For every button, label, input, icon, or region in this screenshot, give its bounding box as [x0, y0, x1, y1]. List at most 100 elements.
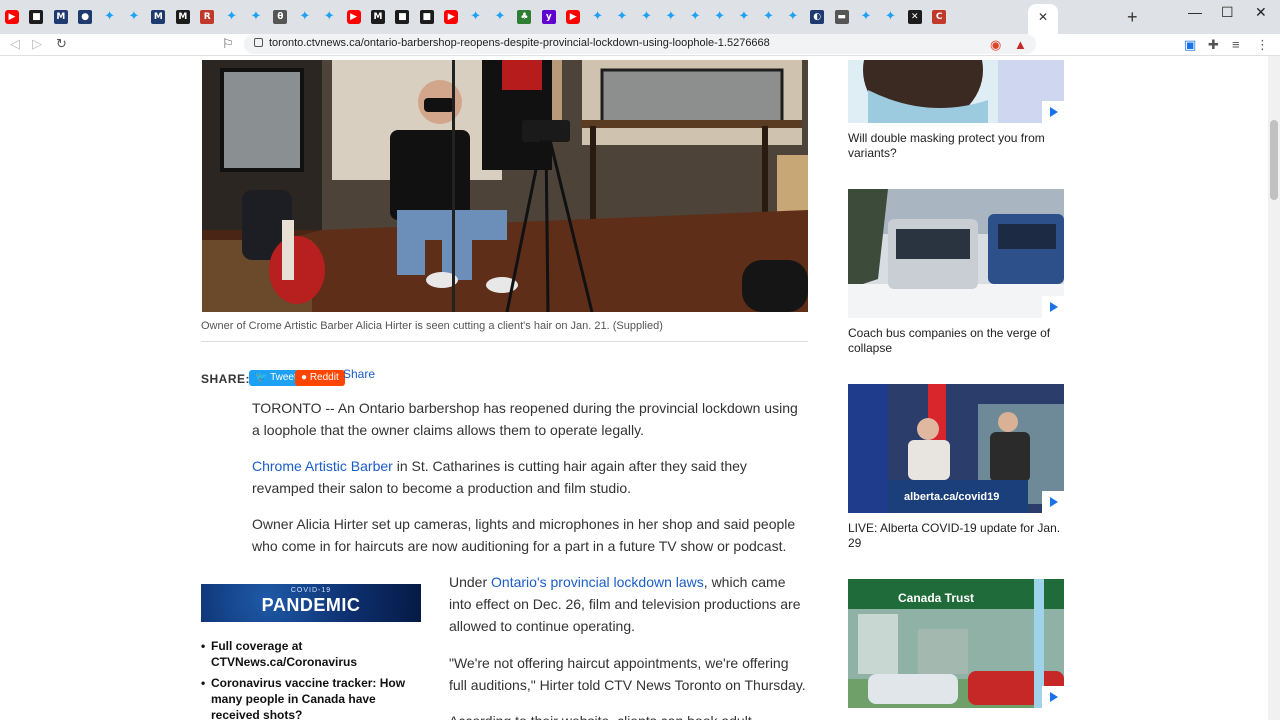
thumbnail-overlay-text: Canada Trust — [898, 591, 975, 605]
twitter-icon[interactable]: ✦ — [591, 10, 605, 24]
play-icon[interactable] — [1042, 296, 1064, 318]
paragraph-6: According to their website, clients can … — [449, 710, 809, 720]
barbershop-photo-illustration — [202, 60, 808, 312]
share-link[interactable]: Share — [343, 367, 375, 381]
paragraph-4-pre: Under — [449, 574, 492, 590]
tweet-label: Tweet — [270, 372, 297, 383]
address-bar[interactable]: toronto.ctvnews.ca/ontario-barbershop-re… — [244, 34, 1036, 54]
reading-list-icon[interactable]: ≡ — [1232, 37, 1240, 52]
bus-thumbnail-illustration — [848, 189, 1064, 318]
paragraph-5: "We're not offering haircut appointments… — [449, 655, 806, 693]
translate-icon[interactable]: ▣ — [1184, 37, 1196, 53]
chrome-artistic-barber-link[interactable]: Chrome Artistic Barber — [252, 458, 393, 474]
twitter-icon[interactable]: ✦ — [664, 10, 678, 24]
youtube-icon[interactable]: ▶ — [5, 10, 19, 24]
play-icon[interactable] — [1042, 491, 1064, 513]
navy-m-icon[interactable]: M — [151, 10, 166, 24]
red-rcp-icon[interactable]: R — [200, 10, 215, 24]
banner-title: PANDEMIC — [261, 595, 361, 615]
twitter-icon[interactable]: ✦ — [249, 10, 263, 24]
maximize-icon[interactable]: ☐ — [1221, 4, 1234, 21]
dark-m-icon[interactable]: M — [371, 10, 385, 24]
lock-icon — [254, 38, 263, 47]
play-icon[interactable] — [1042, 686, 1064, 708]
gray-icon[interactable]: ▬ — [834, 10, 849, 24]
video-title[interactable]: Coach bus companies on the verge of coll… — [848, 326, 1068, 356]
photo-caption: Owner of Crome Artistic Barber Alicia Hi… — [201, 320, 663, 332]
twitter-icon[interactable]: ✦ — [639, 10, 653, 24]
lockdown-laws-link[interactable]: Ontario's provincial lockdown laws — [491, 574, 704, 590]
thumbnail-overlay-text: alberta.ca/covid19 — [904, 491, 1000, 503]
green-icon[interactable]: ♣ — [517, 10, 532, 24]
paragraph-1: TORONTO -- An Ontario barbershop has reo… — [252, 400, 798, 438]
twitter-icon[interactable]: ✦ — [493, 10, 507, 24]
video-title[interactable]: LIVE: Alberta COVID-19 update for Jan. 2… — [848, 521, 1068, 551]
banner-subtitle: COVID-19 — [290, 587, 332, 594]
list-item[interactable]: Coronavirus vaccine tracker: How many pe… — [201, 675, 421, 720]
youtube-icon[interactable]: ▶ — [566, 10, 581, 24]
twitter-icon[interactable]: ✦ — [322, 10, 336, 24]
twitter-icon[interactable]: ✦ — [786, 10, 800, 24]
bookmark-icon[interactable]: ⚐ — [222, 36, 234, 52]
covid-pandemic-banner[interactable]: COVID-19 PANDEMIC — [201, 584, 421, 622]
video-thumbnail-td[interactable]: Canada Trust — [848, 579, 1064, 708]
twitter-icon[interactable]: ✦ — [103, 10, 117, 24]
red-circle-icon[interactable]: C — [932, 10, 947, 24]
navy-m-icon[interactable]: M — [53, 10, 68, 24]
back-icon[interactable]: ◁ — [10, 36, 20, 52]
minimize-icon[interactable]: — — [1188, 4, 1202, 20]
twitter-icon[interactable]: ✦ — [761, 10, 775, 24]
twitter-icon[interactable]: ✦ — [615, 10, 629, 24]
tab-strip: ▶ ■ M ● ✦ ✦ M M R ✦ ✦ θ ✦ ✦ ▶ M ■ ■ ▶ ✦ ✦ ♣ y ▶ ✦ ✦ ✦ ✦ ✦ ✦ ✦ ✦ ✦ ◐ ▬ ✦ ✦ ✕ C … — [0, 0, 1280, 34]
youtube-icon[interactable]: ▶ — [444, 10, 459, 24]
masking-thumbnail-illustration — [848, 60, 1064, 123]
window-close-icon[interactable]: ✕ — [1255, 4, 1267, 21]
dark-square-icon[interactable]: ■ — [419, 10, 434, 24]
twitter-icon[interactable]: ✦ — [883, 10, 897, 24]
dark-square-icon[interactable]: ■ — [395, 10, 410, 24]
reddit-icon: ● — [301, 372, 310, 383]
twitter-icon[interactable]: ✦ — [298, 10, 312, 24]
covid-link-list: Full coverage at CTVNews.ca/Coronavirus … — [201, 638, 421, 720]
navy-circle-icon[interactable]: ● — [78, 10, 93, 24]
video-thumbnail-bus[interactable] — [848, 189, 1064, 318]
dark-square-icon[interactable]: ■ — [29, 10, 44, 24]
dark-icon[interactable]: ✕ — [907, 10, 922, 24]
twitter-icon[interactable]: ✦ — [225, 10, 239, 24]
twitter-icon[interactable]: ✦ — [713, 10, 727, 24]
menu-icon[interactable]: ⋮ — [1256, 37, 1269, 53]
paragraph-3: Owner Alicia Hirter set up cameras, ligh… — [252, 516, 796, 554]
new-tab-button[interactable]: + — [1127, 7, 1138, 28]
video-thumbnail-masking[interactable] — [848, 60, 1064, 123]
twitter-icon[interactable]: ✦ — [859, 10, 873, 24]
url-text: toronto.ctvnews.ca/ontario-barbershop-re… — [269, 37, 770, 49]
reddit-label: Reddit — [309, 372, 339, 383]
circle-icon[interactable]: ◐ — [810, 10, 825, 24]
twitter-icon[interactable]: ✦ — [688, 10, 702, 24]
twitter-icon[interactable]: ✦ — [469, 10, 483, 24]
extensions-puzzle-icon[interactable]: ✚ — [1208, 37, 1219, 53]
page-scrollbar[interactable] — [1268, 56, 1280, 720]
youtube-icon[interactable]: ▶ — [346, 10, 361, 24]
twitter-icon[interactable]: ✦ — [127, 10, 141, 24]
dark-m-icon[interactable]: M — [175, 10, 190, 24]
theta-icon[interactable]: θ — [273, 10, 288, 24]
video-title[interactable]: Will double masking protect you from var… — [848, 131, 1068, 161]
play-icon[interactable] — [1042, 101, 1064, 123]
paragraph-4: Under Ontario's provincial lockdown laws… — [449, 571, 809, 637]
close-tab-icon[interactable]: ✕ — [1038, 10, 1048, 24]
twitter-icon: 🐦 — [255, 372, 271, 383]
warning-icon[interactable]: ▲ — [1014, 37, 1027, 52]
yahoo-icon[interactable]: y — [541, 10, 556, 24]
forward-icon[interactable]: ▷ — [32, 36, 42, 52]
scrollbar-thumb[interactable] — [1270, 120, 1278, 200]
reddit-button[interactable]: ● Reddit — [295, 370, 345, 386]
twitter-icon[interactable]: ✦ — [737, 10, 751, 24]
share-label: SHARE: — [201, 372, 251, 386]
reload-icon[interactable]: ↻ — [56, 36, 67, 52]
paragraph-2: Chrome Artistic Barber in St. Catharines… — [252, 455, 772, 499]
list-item[interactable]: Full coverage at CTVNews.ca/Coronavirus — [201, 638, 421, 670]
extension-icon[interactable]: ◉ — [990, 37, 1001, 53]
divider — [201, 341, 808, 342]
video-thumbnail-alberta[interactable]: alberta.ca/covid19 — [848, 384, 1064, 513]
